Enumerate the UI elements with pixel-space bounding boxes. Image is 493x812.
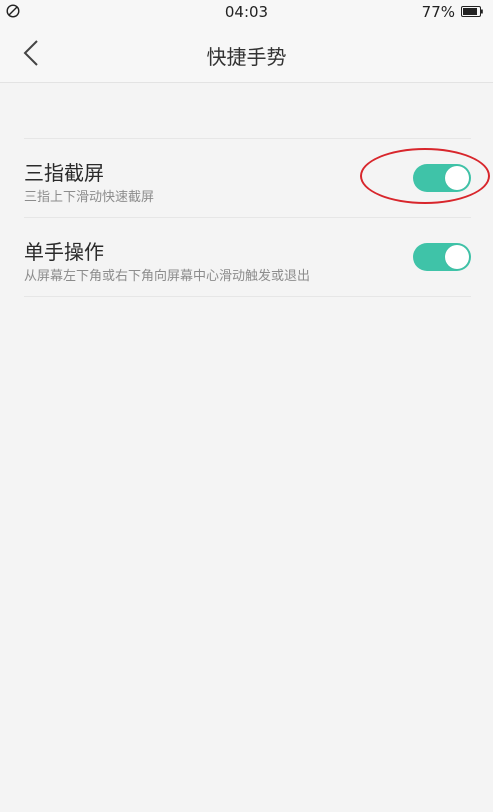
divider bbox=[24, 296, 471, 297]
setting-title: 三指截屏 bbox=[24, 161, 104, 185]
toggle-knob bbox=[445, 245, 469, 269]
title-bar: 快捷手势 bbox=[0, 24, 493, 83]
status-bar: 04:03 77% bbox=[0, 0, 493, 24]
setting-title: 单手操作 bbox=[24, 240, 104, 264]
toggle-knob bbox=[445, 166, 469, 190]
three-finger-screenshot-toggle[interactable] bbox=[413, 164, 471, 192]
setting-description: 从屏幕左下角或右下角向屏幕中心滑动触发或退出 bbox=[24, 269, 311, 284]
page-title: 快捷手势 bbox=[206, 45, 287, 69]
battery-icon bbox=[461, 6, 483, 17]
setting-description: 三指上下滑动快速截屏 bbox=[24, 190, 155, 205]
battery-percent: 77% bbox=[421, 3, 455, 21]
status-time: 04:03 bbox=[224, 3, 269, 21]
one-hand-mode-toggle[interactable] bbox=[413, 243, 471, 271]
setting-item-one-hand-mode[interactable]: 单手操作 从屏幕左下角或右下角向屏幕中心滑动触发或退出 bbox=[0, 218, 493, 296]
settings-list: 三指截屏 三指上下滑动快速截屏 单手操作 从屏幕左下角或右下角向屏幕中心滑动触发… bbox=[0, 138, 493, 297]
setting-item-three-finger-screenshot[interactable]: 三指截屏 三指上下滑动快速截屏 bbox=[0, 139, 493, 217]
